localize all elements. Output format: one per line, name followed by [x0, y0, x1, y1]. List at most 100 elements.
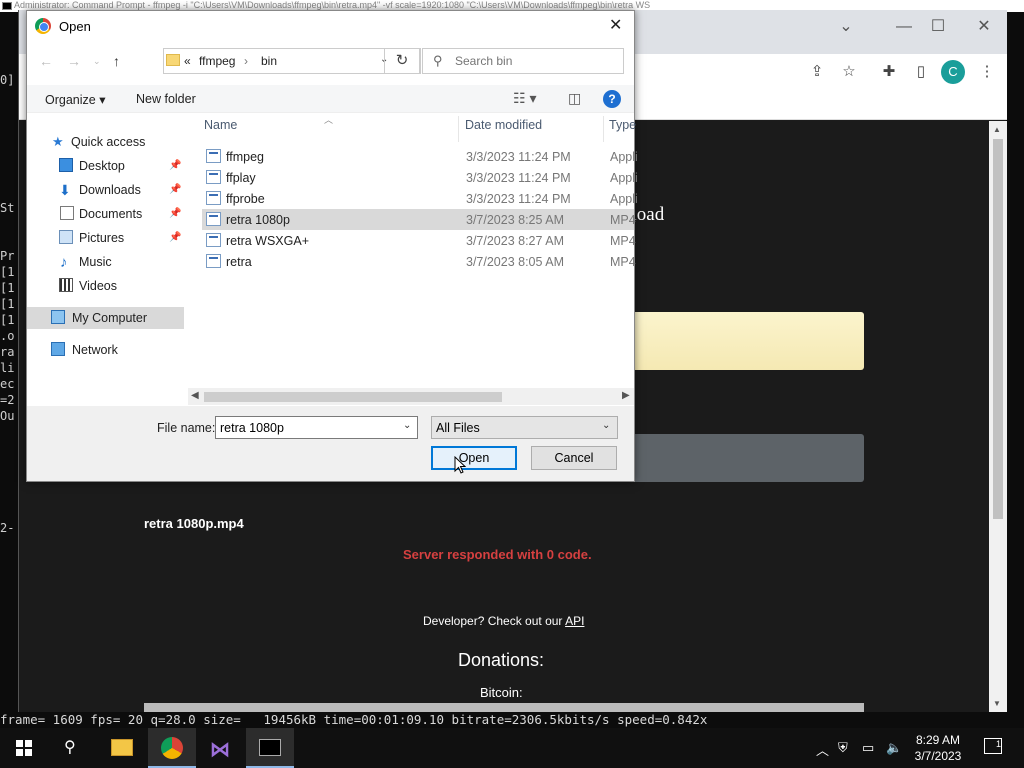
search-box[interactable]: ⚲ [422, 48, 624, 74]
nav-item-pictures[interactable]: Pictures 📌 [27, 227, 184, 249]
chevron-down-icon[interactable]: ⌄ [602, 420, 610, 431]
nav-item-desktop[interactable]: Desktop 📌 [27, 155, 184, 177]
file-row-ffplay[interactable]: ffplay 3/3/2023 11:24 PM Appli [202, 167, 638, 188]
bitcoin-address-field[interactable] [144, 703, 864, 712]
system-clock[interactable]: 8:29 AM 3/7/2023 [910, 732, 966, 764]
file-row-ffmpeg[interactable]: ffmpeg 3/3/2023 11:24 PM Appli [202, 146, 638, 167]
documents-icon [60, 206, 74, 220]
help-icon[interactable]: ? [603, 90, 621, 108]
video-file-icon [206, 254, 221, 268]
breadcrumb-ffmpeg[interactable]: ffmpeg [199, 54, 235, 68]
notification-center-icon[interactable]: 1 [984, 738, 1002, 754]
file-drop-zone[interactable] [600, 312, 864, 370]
breadcrumb-separator-icon: › [244, 54, 248, 68]
scroll-left-icon[interactable]: ◀ [191, 390, 199, 401]
file-list-horizontal-scrollbar[interactable]: ◀ ▶ [188, 388, 634, 405]
cancel-button[interactable]: Cancel [531, 446, 617, 470]
taskbar-chrome[interactable] [148, 728, 196, 768]
refresh-icon[interactable]: ↻ [384, 48, 420, 74]
scrollbar-thumb[interactable] [993, 139, 1003, 519]
scroll-down-icon[interactable]: ▼ [993, 699, 1001, 708]
nav-item-quick-access[interactable]: ★ Quick access [27, 131, 184, 153]
console-line-fragment: .o [0, 329, 15, 343]
file-row-ffprobe[interactable]: ffprobe 3/3/2023 11:24 PM Appli [202, 188, 638, 209]
address-breadcrumb[interactable]: « ffmpeg › bin ⌄ [163, 48, 421, 74]
scroll-right-icon[interactable]: ▶ [622, 390, 630, 401]
minimize-icon[interactable]: — [889, 18, 919, 38]
file-row-retra[interactable]: retra 3/7/2023 8:05 AM MP4 [202, 251, 636, 272]
show-hidden-icons-chevron-icon[interactable]: ︿ [816, 740, 829, 759]
view-options-icon[interactable]: ☷ ▾ [513, 90, 536, 107]
back-arrow-icon[interactable]: ← [39, 53, 53, 69]
organize-menu[interactable]: Organize ▾ [45, 92, 105, 107]
search-button[interactable]: ⚲ [48, 728, 96, 768]
preview-pane-icon[interactable]: ◫ [568, 90, 581, 107]
breadcrumb-overflow[interactable]: « [184, 54, 191, 68]
nav-item-my-computer[interactable]: My Computer [27, 307, 184, 329]
profile-avatar[interactable]: C [941, 60, 965, 84]
video-file-icon [206, 212, 221, 226]
taskbar: ⚲ ⋈ ︿ ⛨ ▭ 🔈 8:29 AM 3/7/2023 1 [0, 728, 1024, 768]
close-icon[interactable]: ✕ [969, 18, 999, 38]
nav-item-music[interactable]: ♪ Music [27, 251, 184, 273]
recent-locations-chevron-icon[interactable]: ⌄ [93, 56, 101, 67]
column-divider[interactable] [603, 116, 604, 142]
share-icon[interactable]: ⇪ [807, 62, 827, 82]
bookmark-star-icon[interactable]: ☆ [839, 62, 859, 82]
nav-item-downloads[interactable]: ⬇ Downloads 📌 [27, 179, 184, 201]
column-header-type[interactable]: Type [609, 118, 636, 132]
file-row-retra-1080p[interactable]: retra 1080p 3/7/2023 8:25 AM MP4 [202, 209, 636, 230]
extensions-icon[interactable]: ✚ [879, 62, 899, 82]
application-icon [206, 149, 221, 163]
chevron-down-icon[interactable]: ⌄ [403, 420, 411, 431]
maximize-icon[interactable]: ☐ [923, 18, 953, 38]
developer-note: Developer? Check out our API [423, 614, 584, 628]
menu-kebab-icon[interactable]: ⋮ [977, 62, 997, 82]
upload-button[interactable] [600, 434, 864, 482]
console-line-fragment: Ou [0, 409, 15, 423]
breadcrumb-bin[interactable]: bin [261, 54, 277, 68]
page-scrollbar[interactable]: ▲ ▼ [989, 121, 1007, 712]
tab-search-chevron-icon[interactable]: ⌄ [831, 18, 861, 38]
column-header-date[interactable]: Date modified [465, 118, 542, 132]
pin-icon[interactable]: 📌 [169, 184, 181, 195]
console-line-fragment: [1 [0, 313, 15, 327]
dialog-close-icon[interactable]: ✕ [609, 15, 622, 35]
side-panel-icon[interactable]: ▯ [911, 62, 931, 82]
pin-icon[interactable]: 📌 [169, 208, 181, 219]
search-icon: ⚲ [64, 739, 76, 756]
open-button[interactable]: Open [431, 446, 517, 470]
scroll-up-icon[interactable]: ▲ [993, 125, 1001, 134]
network-tray-icon[interactable]: ▭ [862, 740, 874, 756]
file-name-input[interactable]: retra 1080p ⌄ [215, 416, 418, 439]
nav-item-videos[interactable]: Videos [27, 275, 184, 297]
volume-icon[interactable]: 🔈 [886, 740, 902, 756]
file-type-filter[interactable]: All Files ⌄ [431, 416, 618, 439]
forward-arrow-icon[interactable]: → [67, 53, 81, 69]
start-button[interactable] [0, 728, 48, 768]
developer-text: Developer? Check out our [423, 614, 563, 628]
taskbar-visual-studio[interactable]: ⋈ [198, 728, 246, 768]
file-row-retra-wsxga[interactable]: retra WSXGA+ 3/7/2023 8:27 AM MP4 [202, 230, 636, 251]
column-divider[interactable] [458, 116, 459, 142]
nav-item-network[interactable]: Network [27, 339, 184, 361]
new-folder-button[interactable]: New folder [136, 92, 196, 106]
search-input[interactable] [455, 52, 615, 70]
scrollbar-thumb[interactable] [204, 392, 502, 402]
folder-icon [166, 54, 180, 66]
pin-icon[interactable]: 📌 [169, 232, 181, 243]
column-header-name[interactable]: Name [204, 118, 237, 132]
up-arrow-icon[interactable]: ↑ [113, 53, 120, 69]
taskbar-file-explorer[interactable] [98, 728, 146, 768]
nav-item-documents[interactable]: Documents 📌 [27, 203, 184, 225]
star-icon: ★ [52, 134, 64, 149]
pin-icon[interactable]: 📌 [169, 160, 181, 171]
network-icon [51, 342, 65, 356]
desktop-icon [59, 158, 73, 172]
file-name-value: retra 1080p [220, 421, 284, 435]
navigation-pane: ★ Quick access Desktop 📌 ⬇ Downloads 📌 D… [27, 113, 184, 405]
sort-ascending-icon: ︿ [324, 115, 334, 125]
taskbar-command-prompt[interactable] [246, 728, 294, 768]
api-link[interactable]: API [565, 614, 584, 628]
security-icon[interactable]: ⛨ [838, 740, 848, 756]
